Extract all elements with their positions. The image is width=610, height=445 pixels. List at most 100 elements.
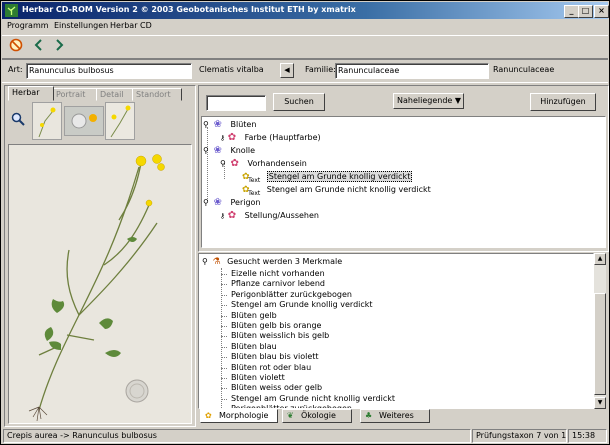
thumbnail-strip bbox=[7, 100, 193, 140]
text-badge: Text bbox=[248, 177, 261, 184]
result-item-label: Blüten gelb bbox=[231, 310, 277, 320]
search-input[interactable] bbox=[206, 95, 266, 111]
app-window: Herbar CD-ROM Version 2 © 2003 Geobotani… bbox=[0, 0, 610, 445]
chevron-down-icon: ▼ bbox=[454, 96, 461, 105]
status-path: Crepis aurea -> Ranunculus bulbosus bbox=[3, 429, 471, 443]
tab-morphologie[interactable]: ✿ Morphologie bbox=[200, 409, 278, 423]
result-item-label: Blüten weiss oder gelb bbox=[231, 383, 323, 393]
scroll-down-icon[interactable]: ▼ bbox=[594, 397, 606, 409]
thumbnail-herbar-2[interactable] bbox=[64, 106, 104, 136]
search-button[interactable]: Suchen bbox=[273, 93, 325, 111]
tree-guide bbox=[221, 268, 222, 408]
tree-node-nicht-knollig[interactable]: ✿ Text Stengel am Grunde nicht knollig v… bbox=[242, 184, 431, 197]
tree-guide bbox=[221, 294, 227, 296]
toolbar bbox=[2, 35, 608, 59]
petal-icon: ✿ bbox=[230, 158, 239, 169]
maximize-button[interactable]: □ bbox=[578, 5, 593, 18]
familie-compare: Ranunculaceae bbox=[493, 65, 555, 74]
thumbnail-herbar-1[interactable] bbox=[32, 102, 62, 140]
tree-guide bbox=[221, 336, 227, 338]
menu-bar: Programm Einstellungen Herbar CD bbox=[2, 19, 608, 34]
vertical-scrollbar[interactable]: ▲ ▼ bbox=[594, 253, 606, 409]
image-panel: Herbar Portrait Detail Standort bbox=[4, 85, 196, 427]
flower-icon: ❀ bbox=[213, 119, 222, 130]
tree-guide bbox=[207, 127, 208, 201]
tree-guide bbox=[221, 388, 227, 390]
flower-icon: ❀ bbox=[213, 145, 222, 156]
tree-guide bbox=[221, 398, 227, 400]
result-item-label: Blüten rot oder blau bbox=[231, 362, 312, 372]
tree-guide bbox=[221, 357, 227, 359]
result-item-label: Stengel am Grunde knollig verdickt bbox=[231, 300, 373, 310]
window-title: Herbar CD-ROM Version 2 © 2003 Geobotani… bbox=[22, 5, 356, 14]
familie-input[interactable]: Ranunculaceae bbox=[335, 63, 489, 79]
back-arrow-icon[interactable] bbox=[30, 38, 48, 56]
forward-arrow-icon[interactable] bbox=[50, 38, 68, 56]
menu-einstellungen[interactable]: Einstellungen bbox=[54, 21, 108, 30]
character-tree[interactable]: ⚲ ❀ Blüten ⚷ ✿ Farbe (Hauptfarbe) ⚲ ❀ Kn… bbox=[201, 116, 606, 248]
thumbnail-herbar-3[interactable] bbox=[105, 102, 135, 140]
result-tree[interactable]: ⚲ ⚗ Gesucht werden 3 Merkmale Eizelle ni… bbox=[198, 253, 594, 409]
status-progress: Prüfungstaxon 7 von 10 bbox=[472, 429, 567, 443]
tree-guide bbox=[221, 274, 227, 275]
menu-programm[interactable]: Programm bbox=[7, 21, 49, 30]
tree-guide bbox=[221, 284, 227, 286]
tab-weiteres[interactable]: ♣ Weiteres bbox=[360, 409, 430, 423]
pin-icon: ⚲ bbox=[203, 198, 209, 207]
result-item-label: Blüten gelb bis orange bbox=[231, 321, 322, 330]
sort-select-value: Naheliegende bbox=[397, 96, 453, 105]
tree-node-farbe[interactable]: ⚷ ✿ Farbe (Hauptfarbe) bbox=[220, 132, 321, 144]
status-time: 15:38 bbox=[568, 429, 607, 443]
familie-label: Familie: bbox=[305, 65, 336, 74]
species-row: Art: Ranunculus bulbosus Clematis vitalb… bbox=[2, 59, 608, 83]
minimize-button[interactable]: _ bbox=[564, 5, 579, 18]
art-compare: Clematis vitalba bbox=[199, 65, 264, 74]
app-icon bbox=[5, 4, 18, 17]
result-item-label: Blüten weisslich bis gelb bbox=[231, 331, 330, 341]
status-bar: Crepis aurea -> Ranunculus bulbosus Prüf… bbox=[2, 429, 608, 443]
swap-arrow-button[interactable]: ◀ bbox=[280, 63, 294, 78]
zoom-icon[interactable] bbox=[11, 112, 25, 126]
no-filter-icon[interactable] bbox=[7, 38, 25, 56]
tree-node-blueten[interactable]: ⚲ ❀ Blüten bbox=[203, 119, 256, 131]
result-item-label: Pflanze carnivor lebend bbox=[231, 279, 325, 289]
sort-select[interactable]: Naheliegende ▼ bbox=[393, 93, 464, 109]
tree-node-knollig[interactable]: ✿ Text Stengel am Grunde knollig verdick… bbox=[242, 171, 413, 184]
tree-guide bbox=[221, 378, 227, 379]
pin-icon: ⚲ bbox=[203, 146, 209, 155]
result-item-label: Blüten blau bbox=[231, 341, 277, 351]
result-item-label: Perigonblätter zurückgebogen bbox=[231, 289, 352, 299]
add-button[interactable]: Hinzufügen bbox=[530, 93, 596, 111]
close-button[interactable]: × bbox=[594, 5, 609, 18]
flower-icon: ❀ bbox=[213, 197, 222, 208]
petal-icon: ✿ bbox=[227, 210, 237, 221]
tree-node-stellung[interactable]: ⚷ ✿ Stellung/Aussehen bbox=[220, 210, 319, 222]
result-item-label: Stengel am Grunde nicht knollig verdickt bbox=[231, 393, 395, 403]
plant-icon: ♣ bbox=[365, 411, 373, 420]
menu-herbar-cd[interactable]: Herbar CD bbox=[110, 21, 152, 30]
bottom-tabs: ✿ Morphologie ❦ Ökologie ♣ Weiteres bbox=[198, 409, 607, 423]
pin-icon: ⚲ bbox=[220, 159, 226, 168]
result-item-label: Eizelle nicht vorhanden bbox=[231, 269, 325, 278]
result-item-label: Blüten violett bbox=[231, 373, 285, 382]
character-search-panel: Suchen Naheliegende ▼ Hinzufügen ⚲ ❀ Blü… bbox=[198, 85, 609, 252]
leaf-icon: ❦ bbox=[287, 411, 294, 420]
result-item-label: Blüten blau bis violett bbox=[231, 352, 319, 362]
tree-node-perigon[interactable]: ⚲ ❀ Perigon bbox=[203, 197, 261, 209]
art-input[interactable]: Ranunculus bulbosus bbox=[26, 63, 192, 79]
tab-oekologie[interactable]: ❦ Ökologie bbox=[282, 409, 352, 423]
pin-icon: ⚲ bbox=[203, 120, 209, 129]
scroll-thumb[interactable] bbox=[594, 293, 606, 395]
tree-guide bbox=[221, 367, 227, 369]
tree-guide bbox=[221, 346, 227, 348]
title-bar[interactable]: Herbar CD-ROM Version 2 © 2003 Geobotani… bbox=[2, 2, 609, 19]
tab-herbar[interactable]: Herbar bbox=[8, 86, 54, 101]
tree-node-vorhandensein[interactable]: ⚲ ✿ Vorhandensein bbox=[220, 158, 307, 170]
herbarium-image bbox=[8, 144, 192, 424]
result-header[interactable]: ⚲ ⚗ Gesucht werden 3 Merkmale bbox=[202, 256, 342, 268]
tree-node-knolle[interactable]: ⚲ ❀ Knolle bbox=[203, 145, 255, 157]
scroll-up-icon[interactable]: ▲ bbox=[594, 253, 606, 265]
tree-guide bbox=[221, 315, 227, 317]
key-icon: ⚷ bbox=[220, 134, 226, 142]
pin-icon: ⚲ bbox=[202, 257, 208, 266]
